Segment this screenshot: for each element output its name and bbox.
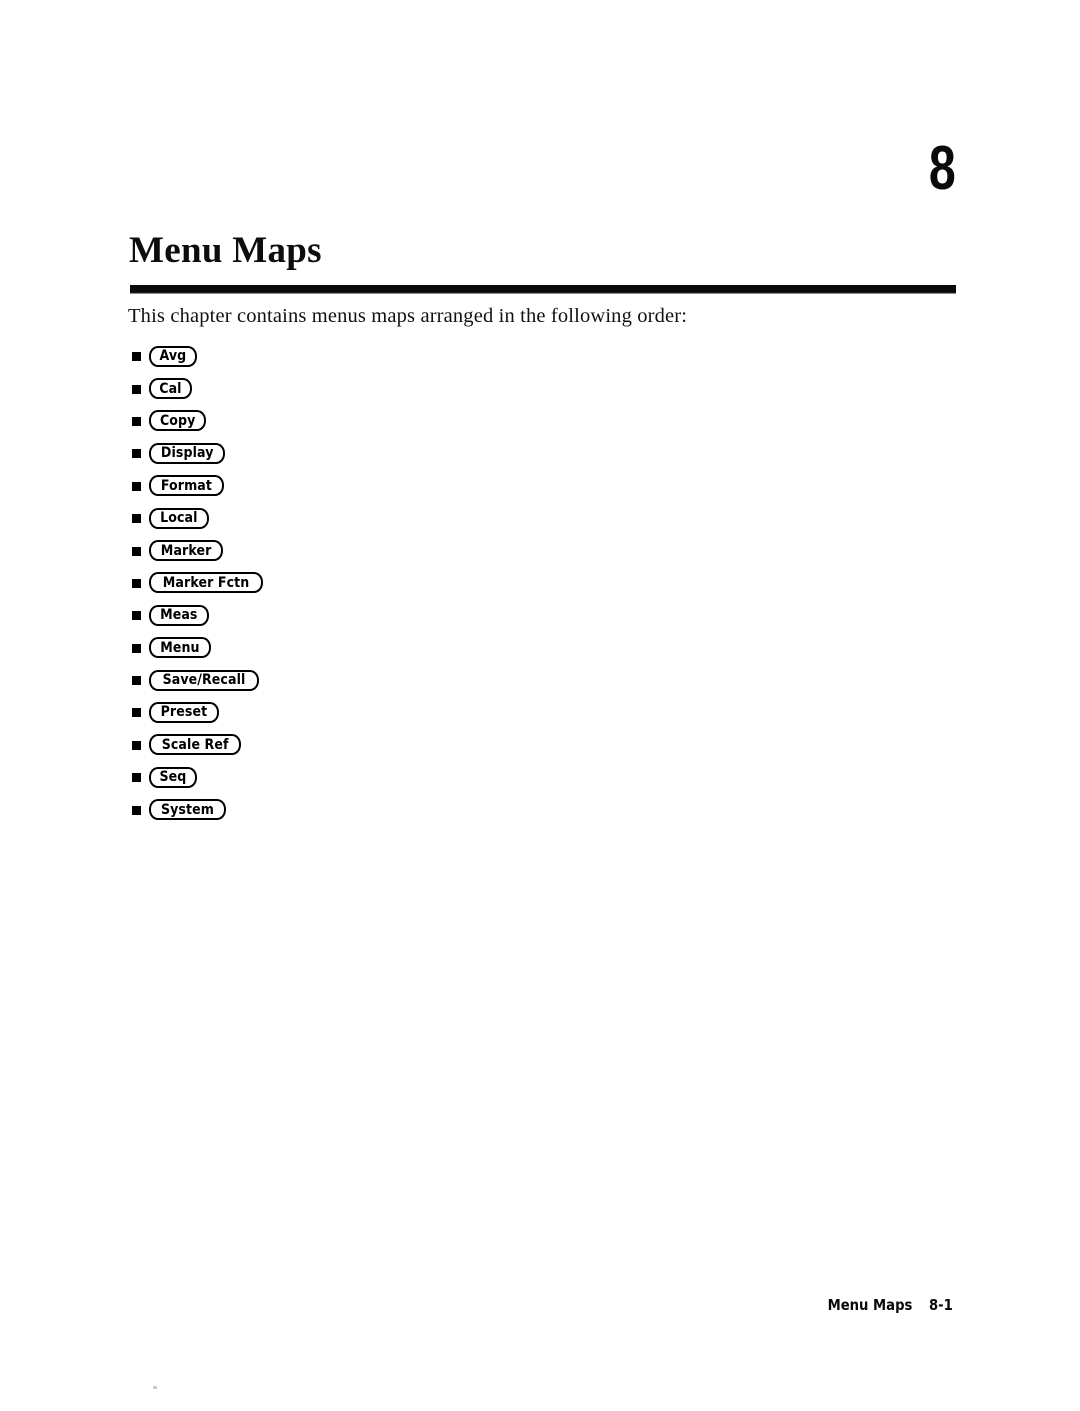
square-bullet-icon	[132, 611, 141, 621]
title-rule-shadow	[130, 292, 956, 294]
square-bullet-icon	[132, 384, 141, 394]
list-item: Save/Recall	[0, 664, 1080, 696]
square-bullet-icon	[132, 578, 141, 588]
key-cap-label: Avg	[159, 348, 187, 365]
key-cap-label: Marker Fctn	[162, 574, 250, 591]
key-cap-system: System	[149, 799, 226, 821]
list-item: Local	[0, 502, 1080, 534]
scan-artifact	[153, 1386, 157, 1389]
key-cap-display: Display	[149, 442, 226, 464]
square-bullet-icon	[132, 481, 141, 491]
key-cap-marker: Marker	[149, 540, 224, 562]
key-cap-preset: Preset	[149, 701, 219, 723]
key-cap-label: Marker	[160, 542, 212, 559]
key-cap-scale-ref: Scale Ref	[149, 734, 242, 756]
list-item: Marker Fctn	[0, 567, 1080, 599]
intro-paragraph: This chapter contains menus maps arrange…	[128, 305, 688, 327]
chapter-number: 8	[928, 134, 956, 203]
key-cap-avg: Avg	[149, 345, 197, 367]
key-cap-label: Save/Recall	[162, 672, 246, 689]
key-cap-label: Scale Ref	[161, 736, 229, 753]
menu-key-list: Avg Cal Copy Display Format Local Marker…	[0, 340, 1080, 826]
key-cap-label: System	[160, 801, 214, 818]
list-item: Preset	[0, 696, 1080, 728]
square-bullet-icon	[132, 708, 141, 718]
square-bullet-icon	[132, 449, 141, 459]
key-cap-seq: Seq	[149, 766, 197, 788]
key-cap-marker-fctn: Marker Fctn	[149, 572, 264, 594]
list-item: System	[0, 793, 1080, 825]
square-bullet-icon	[132, 416, 141, 426]
page-footer: Menu Maps 8-1	[0, 1296, 956, 1314]
key-cap-label: Preset	[160, 704, 208, 721]
list-item: Display	[0, 437, 1080, 469]
square-bullet-icon	[132, 546, 141, 556]
list-item: Copy	[0, 405, 1080, 437]
list-item: Cal	[0, 372, 1080, 404]
list-item: Scale Ref	[0, 729, 1080, 761]
key-cap-cal: Cal	[149, 378, 192, 400]
key-cap-label: Copy	[159, 412, 196, 429]
footer-chapter-label: Menu Maps	[828, 1296, 913, 1314]
square-bullet-icon	[132, 805, 141, 815]
list-item: Format	[0, 470, 1080, 502]
square-bullet-icon	[132, 514, 141, 524]
key-cap-format: Format	[149, 475, 224, 497]
key-cap-label: Cal	[159, 380, 182, 397]
square-bullet-icon	[132, 643, 141, 653]
footer-page-number: 8-1	[928, 1296, 953, 1314]
square-bullet-icon	[132, 740, 141, 750]
square-bullet-icon	[132, 676, 141, 686]
page-title: Menu Maps	[129, 230, 322, 271]
square-bullet-icon	[132, 773, 141, 783]
list-item: Marker	[0, 534, 1080, 566]
list-item: Seq	[0, 761, 1080, 793]
list-item: Meas	[0, 599, 1080, 631]
key-cap-label: Meas	[160, 607, 198, 624]
document-page: 8 Menu Maps This chapter contains menus …	[0, 0, 1080, 1411]
list-item: Avg	[0, 340, 1080, 372]
square-bullet-icon	[132, 352, 141, 362]
list-item: Menu	[0, 632, 1080, 664]
key-cap-local: Local	[149, 507, 209, 529]
key-cap-label: Display	[160, 445, 214, 462]
key-cap-label: Local	[160, 510, 198, 527]
key-cap-label: Format	[160, 477, 213, 494]
key-cap-copy: Copy	[149, 410, 207, 432]
key-cap-label: Seq	[159, 769, 187, 786]
key-cap-meas: Meas	[149, 604, 209, 626]
key-cap-label: Menu	[160, 639, 200, 656]
key-cap-menu: Menu	[149, 637, 211, 659]
key-cap-save-recall: Save/Recall	[149, 669, 259, 691]
